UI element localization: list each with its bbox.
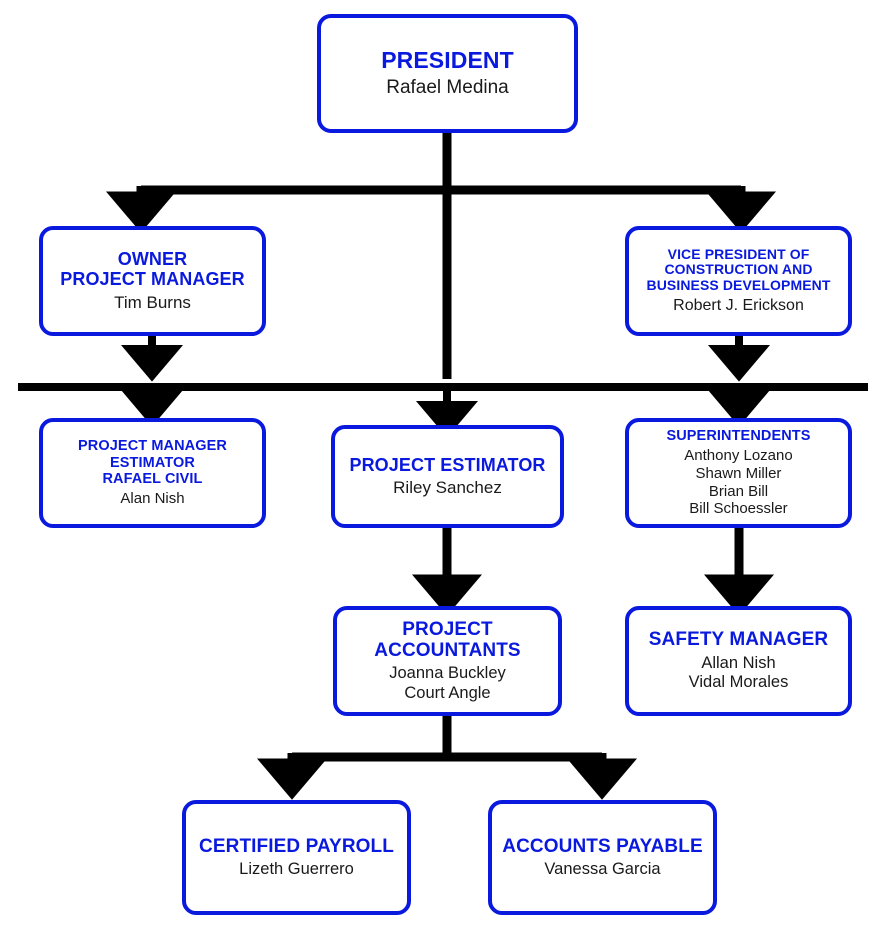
- node-project-accountants[interactable]: PROJECT ACCOUNTANTS Joanna Buckley Court…: [333, 606, 562, 716]
- node-project-estimator[interactable]: PROJECT ESTIMATOR Riley Sanchez: [331, 425, 564, 528]
- node-certified-payroll-people: Lizeth Guerrero: [239, 859, 354, 878]
- node-accounts-payable[interactable]: ACCOUNTS PAYABLE Vanessa Garcia: [488, 800, 717, 915]
- node-president-people: Rafael Medina: [386, 76, 509, 98]
- node-vice-president-title: VICE PRESIDENT OF CONSTRUCTION AND BUSIN…: [646, 245, 831, 293]
- node-safety-manager-people: Allan Nish Vidal Morales: [688, 653, 789, 692]
- node-project-estimator-people: Riley Sanchez: [393, 478, 502, 498]
- node-project-manager-estimator[interactable]: PROJECT MANAGER ESTIMATOR RAFAEL CIVIL A…: [39, 418, 266, 528]
- node-president[interactable]: PRESIDENT Rafael Medina: [317, 14, 578, 133]
- node-certified-payroll[interactable]: CERTIFIED PAYROLL Lizeth Guerrero: [182, 800, 411, 915]
- node-accounts-payable-title: ACCOUNTS PAYABLE: [502, 835, 703, 857]
- connector-accountants-bus: [256, 716, 638, 800]
- connector-top-bus: [105, 185, 777, 233]
- node-superintendents-title: SUPERINTENDENTS: [666, 428, 811, 444]
- node-owner-project-manager[interactable]: OWNER PROJECT MANAGER Tim Burns: [39, 226, 266, 336]
- node-project-manager-estimator-people: Alan Nish: [120, 490, 185, 507]
- node-vice-president[interactable]: VICE PRESIDENT OF CONSTRUCTION AND BUSIN…: [625, 226, 852, 336]
- node-owner-project-manager-people: Tim Burns: [114, 292, 191, 312]
- node-safety-manager[interactable]: SAFETY MANAGER Allan Nish Vidal Morales: [625, 606, 852, 716]
- node-president-title: PRESIDENT: [381, 46, 514, 73]
- node-superintendents[interactable]: SUPERINTENDENTS Anthony Lozano Shawn Mil…: [625, 418, 852, 528]
- node-project-accountants-people: Joanna Buckley Court Angle: [389, 664, 506, 702]
- node-vice-president-people: Robert J. Erickson: [673, 296, 804, 314]
- node-project-accountants-title: PROJECT ACCOUNTANTS: [374, 618, 521, 662]
- org-chart: PRESIDENT Rafael Medina OWNER PROJECT MA…: [0, 0, 893, 939]
- node-safety-manager-title: SAFETY MANAGER: [648, 629, 829, 651]
- node-project-manager-estimator-title: PROJECT MANAGER ESTIMATOR RAFAEL CIVIL: [78, 438, 227, 487]
- node-owner-project-manager-title: OWNER PROJECT MANAGER: [60, 249, 245, 290]
- node-certified-payroll-title: CERTIFIED PAYROLL: [199, 835, 394, 857]
- node-superintendents-people: Anthony Lozano Shawn Miller Brian Bill B…: [684, 447, 793, 518]
- node-accounts-payable-people: Vanessa Garcia: [544, 859, 661, 878]
- node-project-estimator-title: PROJECT ESTIMATOR: [349, 454, 546, 475]
